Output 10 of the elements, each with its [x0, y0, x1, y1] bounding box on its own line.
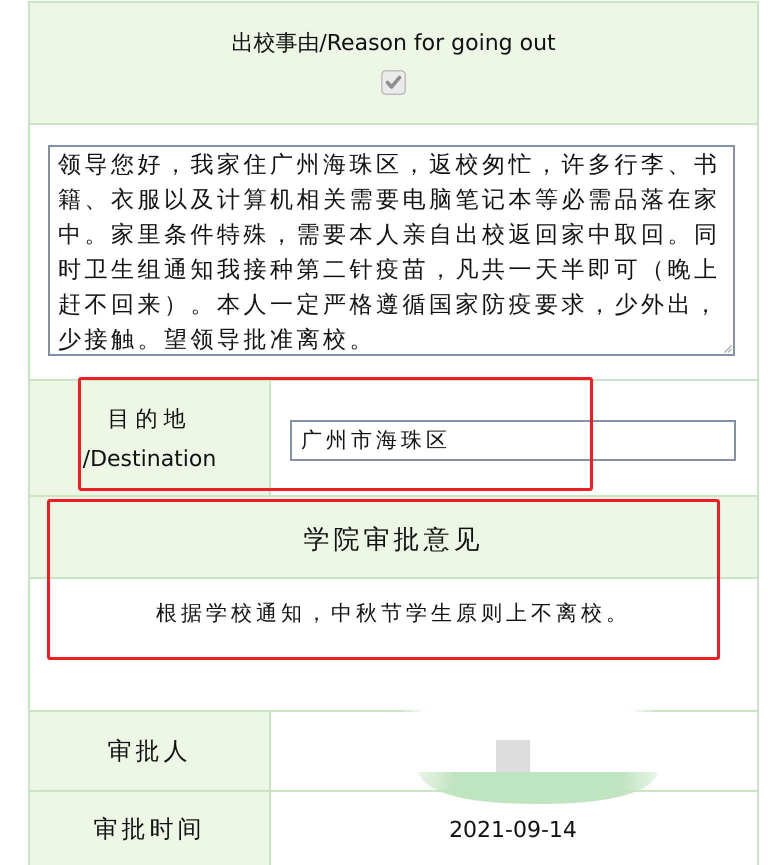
- date-value: 2021-09-14: [449, 818, 577, 843]
- approval-comment: 根据学校通知，中秋节学生原则上不离校。: [156, 600, 631, 627]
- row-label: 审批时间: [94, 814, 206, 844]
- section-title: 出校事由/Reason for going out: [231, 30, 556, 58]
- approval-title: 学院审批意见: [304, 524, 484, 556]
- destination-label: 目的地 /Destination: [82, 406, 216, 474]
- destination-input[interactable]: 广州市海珠区: [290, 420, 736, 460]
- resize-grip-icon[interactable]: [723, 344, 732, 353]
- row-label: 审批人: [108, 736, 192, 767]
- reason-textarea[interactable]: 领导您好，我家住广州海珠区，返校匆忙，许多行李、书籍、衣服以及计算机相关需要电脑笔记本等必需品落在家中。家里条件特殊，需要本人亲自出校返回家中取回。同时卫生组通知我接种第二针疫苗，凡共一天半即可（晚上赶不回来）。本人一定严格遵循国家防疫要求，少外出，少接触。望领导批准离校。: [48, 145, 735, 356]
